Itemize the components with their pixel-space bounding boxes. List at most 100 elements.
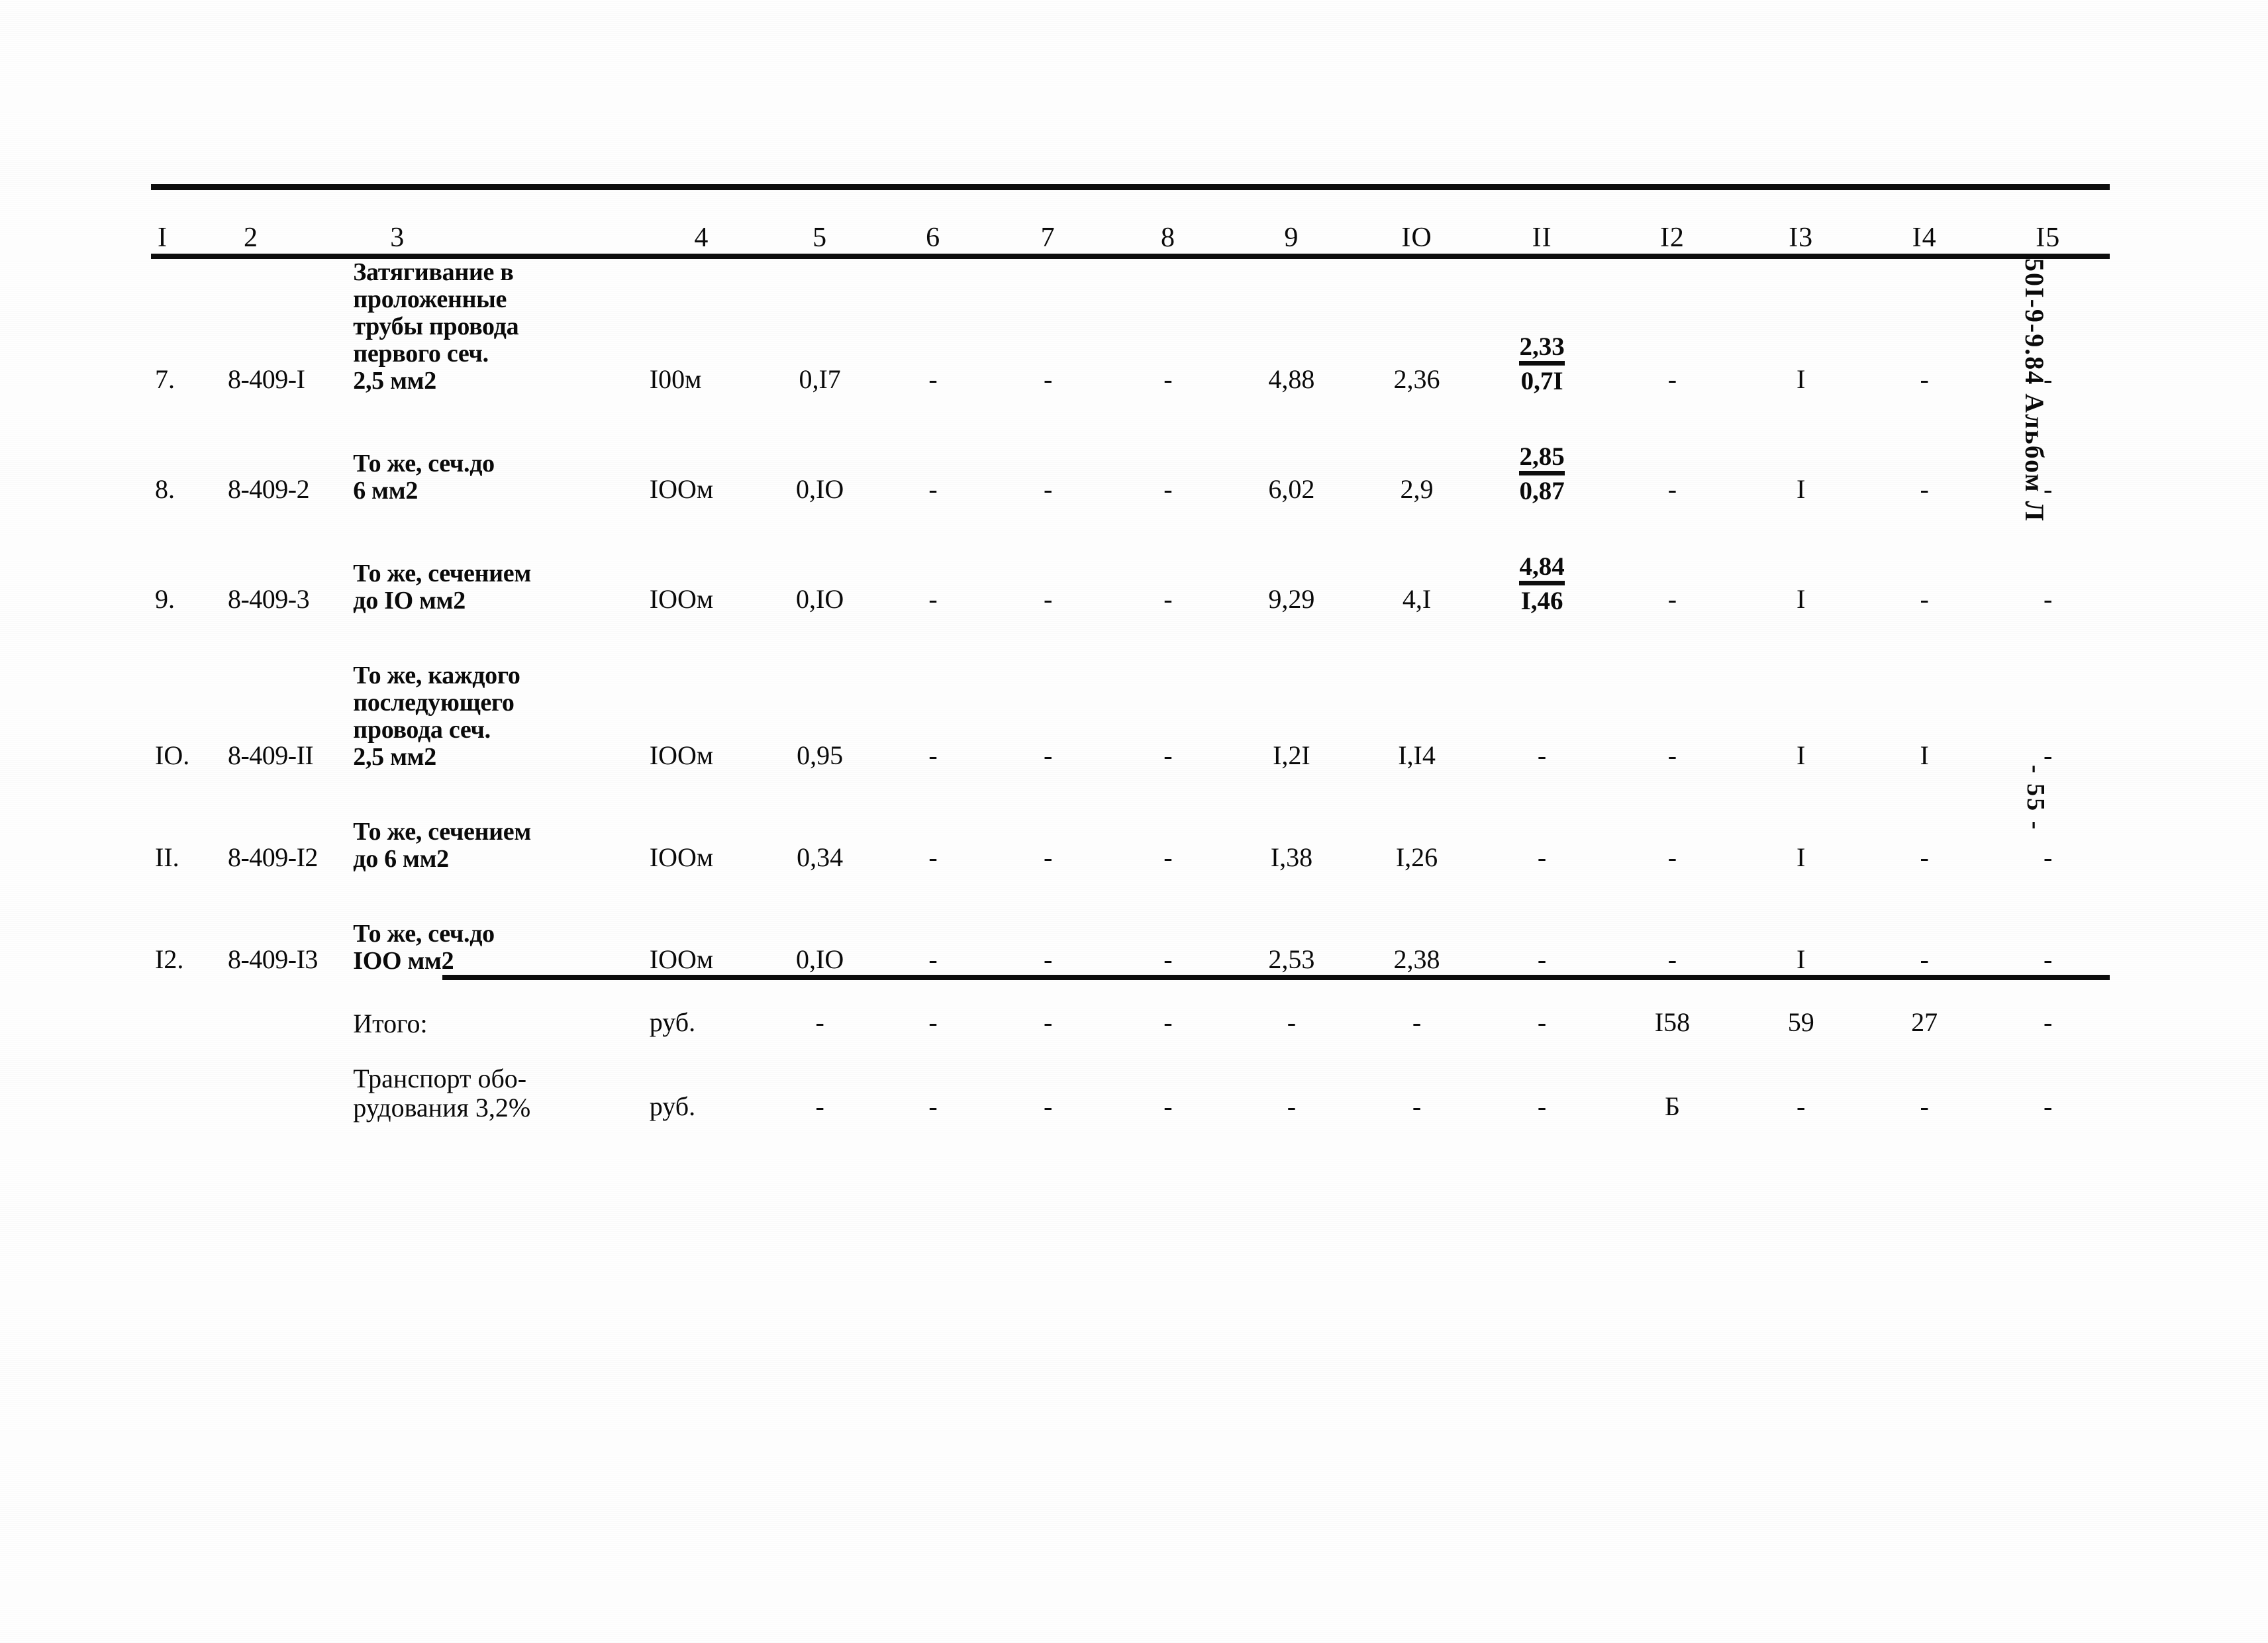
totals-label-text: Транспорт обо-рудования 3,2% — [353, 1064, 642, 1122]
row-description: То же, сечением до IO мм2 — [346, 552, 642, 615]
row-col-10: 4,I — [1402, 584, 1432, 615]
row-unit: IOOм — [649, 944, 714, 975]
row-col-11: - — [1537, 944, 1547, 975]
row-index: 8. — [155, 474, 175, 505]
totals-spacer — [151, 980, 2110, 1007]
estimate-body: 7. 8-409-I Затягивание в проложенные трубы п… — [151, 258, 2110, 975]
row-col-5: 0,I7 — [799, 364, 841, 395]
column-header-3: 3 — [390, 223, 405, 253]
row-col-14: - — [1920, 842, 1929, 873]
row-description: Затягивание в проложенные трубы провода пер… — [346, 258, 642, 395]
description-line: 2,5 мм2 — [353, 743, 436, 772]
estimate-totals: Итого: руб. - - - - - - - I58 59 27 - Транспорт обо-р… — [151, 980, 2110, 1121]
totals-spacer-cell — [151, 980, 2110, 1007]
totals-label: Транспорт обо-рудования 3,2% — [346, 1064, 642, 1122]
totals-col-12: I58 — [1654, 1007, 1691, 1038]
fraction-value: 4,84 I,46 — [1519, 554, 1565, 614]
row-col-5: 0,IO — [796, 944, 844, 975]
row-col-8: - — [1163, 740, 1173, 771]
row-col-12: - — [1667, 944, 1677, 975]
row-col-14: - — [1920, 944, 1929, 975]
row-code: 8-409-II — [227, 740, 314, 771]
row-col-14: - — [1920, 474, 1929, 505]
row-description-text: Затягивание в проложенные трубы провода пер… — [353, 258, 642, 395]
row-col-8: - — [1163, 364, 1173, 395]
row-spacer — [151, 505, 2110, 552]
description-line: 6 мм2 — [353, 477, 419, 505]
totals-col-6: - — [928, 1007, 938, 1038]
row-col-14: I — [1920, 740, 1929, 771]
row-col-13: I — [1797, 740, 1806, 771]
totals-pad — [151, 1064, 346, 1121]
column-header-7: 7 — [1040, 223, 1056, 253]
table-row: 9. 8-409-3 То же, сечением до IO мм2 IOOм 0,I… — [151, 552, 2110, 615]
row-col-14: - — [1920, 584, 1929, 615]
row-col-6: - — [928, 474, 938, 505]
row-col-10: 2,38 — [1393, 944, 1440, 975]
row-col-9: 2,53 — [1268, 944, 1315, 975]
totals-label-line: Итого: — [353, 1009, 428, 1039]
totals-label: Итого: — [346, 1007, 642, 1038]
totals-col-6: - — [928, 1091, 938, 1121]
fraction-numerator: 2,85 — [1519, 444, 1565, 476]
row-spacer — [151, 615, 2110, 662]
row-description: То же, сеч.до IOO мм2 — [346, 921, 642, 975]
row-col-12: - — [1667, 842, 1677, 873]
description-line: То же, сеч.до — [353, 450, 495, 478]
row-col-7: - — [1043, 944, 1053, 975]
totals-col-9: - — [1287, 1007, 1297, 1038]
row-col-11: 4,84 I,46 — [1479, 552, 1606, 615]
totals-col-11: - — [1537, 1091, 1547, 1121]
estimate-table-block: I 2 3 4 5 6 7 8 9 IO II I2 I3 I4 I5 7. 8… — [151, 184, 2110, 1122]
scanned-page: I 2 3 4 5 6 7 8 9 IO II I2 I3 I4 I5 7. 8… — [0, 0, 2268, 1643]
margin-document-code: 50I-9-9.84 Альбом Л — [2020, 258, 2049, 523]
totals-row: Итого: руб. - - - - - - - I58 59 27 - — [151, 1007, 2110, 1038]
row-col-7: - — [1043, 842, 1053, 873]
row-description-text: То же, сеч.до 6 мм2 — [353, 450, 642, 505]
row-index: 9. — [155, 584, 175, 615]
totals-col-5: - — [815, 1091, 824, 1121]
description-line: Затягивание в — [353, 258, 514, 286]
description-line: IOO мм2 — [353, 947, 454, 975]
row-col-6: - — [928, 740, 938, 771]
row-col-7: - — [1043, 364, 1053, 395]
row-index: II. — [155, 842, 179, 873]
row-description: То же, сеч.до 6 мм2 — [346, 442, 642, 505]
description-line: трубы провода — [353, 313, 519, 341]
description-line: То же, сечением — [353, 560, 531, 588]
row-col-13: I — [1797, 944, 1806, 975]
row-col-5: 0,34 — [797, 842, 844, 873]
row-col-15: - — [2044, 740, 2053, 771]
column-header-10: IO — [1401, 223, 1432, 253]
totals-col-7: - — [1043, 1007, 1053, 1038]
row-col-8: - — [1163, 584, 1173, 615]
row-col-11: 2,33 0,7I — [1479, 259, 1606, 395]
row-spacer-cell — [151, 615, 2110, 662]
row-description-text: То же, сеч.до IOO мм2 — [353, 921, 642, 975]
row-col-6: - — [928, 842, 938, 873]
row-col-8: - — [1163, 474, 1173, 505]
description-line: То же, сечением — [353, 818, 531, 846]
totals-col-11: - — [1537, 1007, 1547, 1038]
row-col-14: - — [1920, 364, 1929, 395]
row-col-7: - — [1043, 584, 1053, 615]
row-col-13: I — [1797, 364, 1806, 395]
row-col-10: I,26 — [1395, 842, 1438, 873]
row-col-7: - — [1043, 740, 1053, 771]
row-spacer-cell — [151, 395, 2110, 442]
row-col-12: - — [1667, 364, 1677, 395]
column-header-8: 8 — [1160, 223, 1175, 253]
row-col-6: - — [928, 584, 938, 615]
row-col-9: 4,88 — [1268, 364, 1315, 395]
column-header-5: 5 — [813, 223, 828, 253]
row-index: I2. — [155, 944, 184, 975]
row-col-12: - — [1667, 584, 1677, 615]
column-header-row: I 2 3 4 5 6 7 8 9 IO II I2 I3 I4 I5 — [151, 190, 2110, 254]
totals-separator-rule — [442, 975, 2110, 981]
totals-row-spacer-cell — [151, 1038, 2110, 1064]
column-header-13: I3 — [1789, 223, 1814, 253]
description-line: первого сеч. — [353, 340, 489, 368]
totals-unit: руб. — [649, 1007, 696, 1038]
column-header-9: 9 — [1284, 223, 1299, 253]
description-line: То же, каждого — [353, 662, 520, 690]
